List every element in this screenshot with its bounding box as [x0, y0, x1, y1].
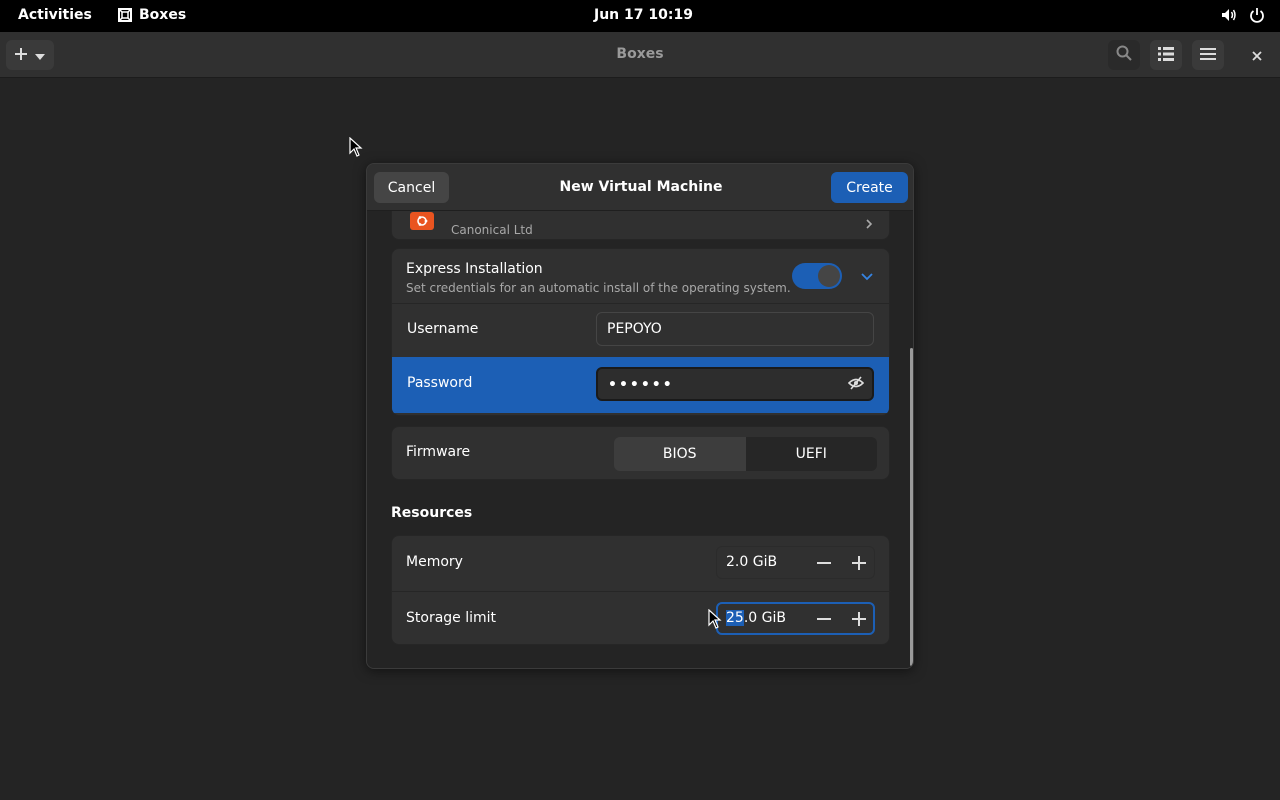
create-button[interactable]: Create	[831, 172, 908, 203]
gnome-top-bar: Activities Boxes Jun 17 10:19	[0, 0, 1280, 32]
memory-row: Memory 2.0 GiB	[392, 536, 891, 591]
storage-limit-row: Storage limit 25.0 GiB	[392, 591, 891, 646]
minus-icon	[817, 618, 831, 620]
chevron-right-icon	[865, 214, 873, 233]
clock[interactable]: Jun 17 10:19	[594, 7, 693, 23]
volume-icon	[1220, 6, 1238, 24]
express-installation-subtitle: Set credentials for an automatic install…	[406, 281, 791, 295]
new-vm-dialog: Cancel New Virtual Machine Create Canoni…	[366, 163, 914, 669]
hamburger-menu-icon	[1200, 46, 1216, 65]
search-icon	[1116, 45, 1132, 65]
memory-decrease-button[interactable]	[815, 554, 833, 572]
express-installation-switch[interactable]	[792, 263, 842, 289]
search-button[interactable]	[1108, 40, 1140, 70]
storage-increase-button[interactable]	[850, 610, 868, 628]
system-menu[interactable]	[1220, 6, 1266, 24]
switch-knob	[818, 265, 840, 287]
plus-icon	[852, 556, 866, 570]
username-row: Username PEPOYO	[392, 303, 889, 357]
storage-decrease-button[interactable]	[815, 610, 833, 628]
username-label: Username	[407, 321, 479, 337]
express-installation-title: Express Installation	[406, 261, 543, 277]
close-icon	[1252, 46, 1262, 65]
dialog-scroll-area[interactable]: Canonical Ltd Express Installation Set c…	[367, 211, 913, 668]
main-menu-button[interactable]	[1192, 40, 1224, 70]
mouse-pointer-icon	[349, 136, 363, 161]
resources-card: Memory 2.0 GiB Storage limit 25.0 GiB	[391, 535, 891, 646]
storage-limit-label: Storage limit	[406, 610, 497, 626]
password-field[interactable]: ••••••	[596, 367, 874, 401]
plus-icon	[852, 612, 866, 626]
ubuntu-logo-icon	[410, 212, 434, 230]
app-header-bar: Boxes	[0, 32, 1280, 78]
hide-password-icon[interactable]	[847, 376, 865, 394]
storage-limit-value[interactable]: 25.0 GiB	[726, 610, 786, 626]
firmware-uefi-option[interactable]: UEFI	[745, 437, 877, 471]
storage-selected-text: 25	[726, 610, 744, 626]
storage-rest-text: .0 GiB	[743, 610, 786, 626]
dialog-header: Cancel New Virtual Machine Create	[367, 164, 913, 211]
memory-increase-button[interactable]	[850, 554, 868, 572]
close-window-button[interactable]	[1241, 40, 1273, 70]
list-view-icon	[1158, 46, 1174, 65]
os-vendor: Canonical Ltd	[451, 223, 533, 237]
app-menu-label: Boxes	[139, 7, 187, 23]
power-icon	[1248, 6, 1266, 24]
app-menu[interactable]: Boxes	[117, 7, 186, 23]
firmware-label: Firmware	[406, 444, 471, 460]
firmware-toggle-group: BIOS UEFI	[614, 437, 877, 471]
dialog-scrollbar[interactable]	[910, 348, 913, 666]
list-view-button[interactable]	[1150, 40, 1182, 70]
minus-icon	[817, 562, 831, 564]
boxes-app-icon	[117, 7, 133, 23]
resources-section-title: Resources	[391, 505, 473, 521]
memory-value: 2.0 GiB	[726, 554, 778, 570]
memory-spin-button[interactable]: 2.0 GiB	[716, 546, 875, 579]
window-title: Boxes	[616, 46, 664, 62]
activities-button[interactable]: Activities	[18, 7, 92, 23]
username-field[interactable]: PEPOYO	[596, 312, 874, 346]
expander-chevron-icon[interactable]	[860, 267, 874, 286]
mouse-pointer-icon	[708, 608, 722, 633]
storage-limit-spin-button[interactable]: 25.0 GiB	[716, 602, 875, 635]
password-dots: ••••••	[608, 377, 674, 393]
password-label: Password	[407, 375, 473, 391]
firmware-row: Firmware BIOS UEFI	[391, 426, 890, 480]
memory-label: Memory	[406, 554, 463, 570]
firmware-bios-option[interactable]: BIOS	[614, 437, 746, 471]
password-row: Password ••••••	[392, 357, 889, 413]
express-installation-card: Express Installation Set credentials for…	[391, 248, 890, 416]
os-selection-row[interactable]: Canonical Ltd	[391, 211, 890, 240]
